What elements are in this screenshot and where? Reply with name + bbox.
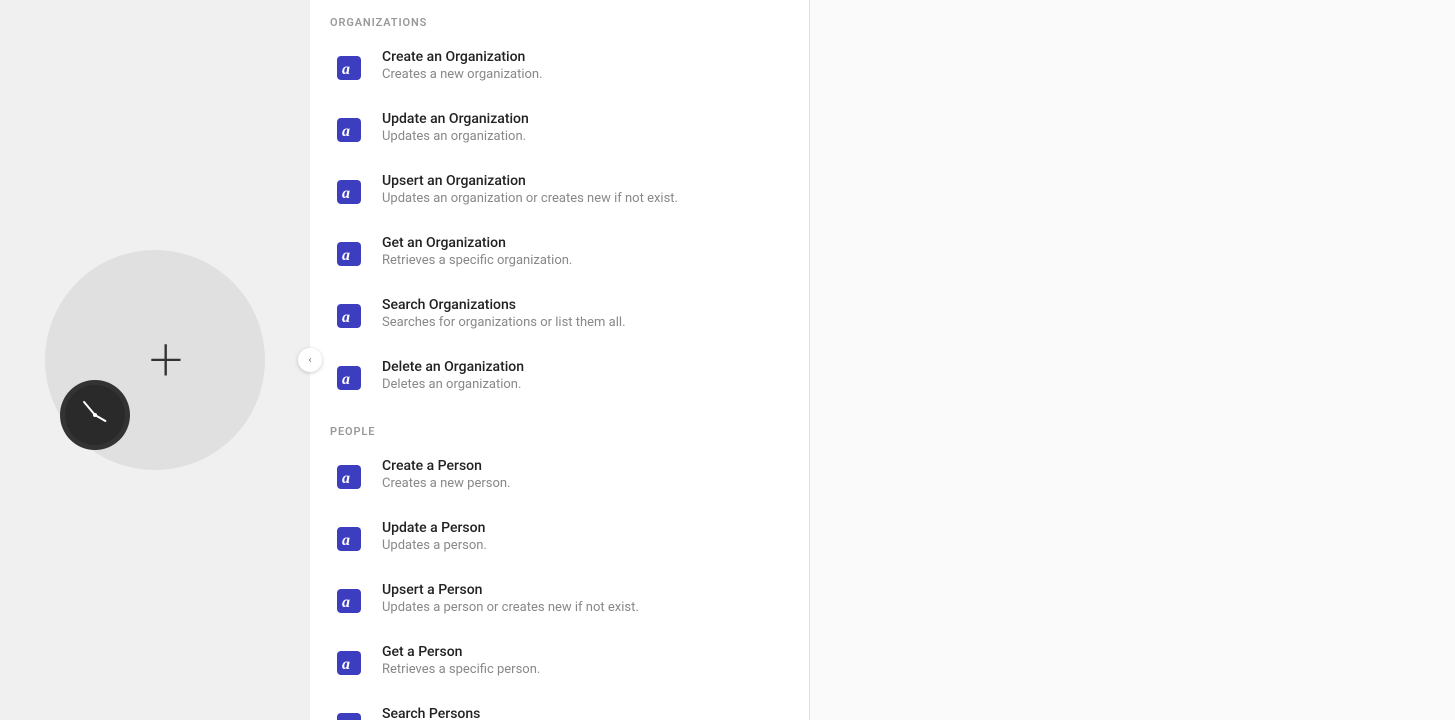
item-desc-get-person: Retrieves a specific person.	[382, 662, 540, 677]
item-title-update-org: Update an Organization	[382, 111, 529, 127]
item-icon-get-org: a	[330, 235, 368, 273]
menu-item-delete-org[interactable]: a Delete an Organization Deletes an organ…	[310, 347, 809, 409]
item-desc-search-orgs: Searches for organizations or list them …	[382, 315, 626, 330]
svg-text:a: a	[342, 470, 350, 487]
clock-face	[65, 385, 125, 445]
item-title-upsert-person: Upsert a Person	[382, 582, 639, 598]
item-content-create-org: Create an Organization Creates a new orga…	[382, 49, 543, 82]
item-content-search-persons: Search PersonsSearches for persons or li…	[382, 706, 593, 720]
item-content-create-person: Create a Person Creates a new person.	[382, 458, 510, 491]
menu-item-update-org[interactable]: a Update an Organization Updates an organ…	[310, 99, 809, 161]
item-icon-update-person: a	[330, 520, 368, 558]
svg-text:a: a	[342, 185, 350, 202]
svg-text:a: a	[342, 61, 350, 78]
left-panel: + ‹	[0, 0, 310, 720]
menu-item-upsert-org[interactable]: a Upsert an Organization Updates an organ…	[310, 161, 809, 223]
menu-item-search-orgs[interactable]: a Search Organizations Searches for organ…	[310, 285, 809, 347]
item-desc-update-org: Updates an organization.	[382, 129, 529, 144]
svg-text:a: a	[342, 656, 350, 673]
item-content-update-person: Update a Person Updates a person.	[382, 520, 487, 553]
menu-item-get-person[interactable]: a Get a Person Retrieves a specific perso…	[310, 632, 809, 694]
item-title-get-person: Get a Person	[382, 644, 540, 660]
item-title-update-person: Update a Person	[382, 520, 487, 536]
menu-item-get-org[interactable]: a Get an Organization Retrieves a specifi…	[310, 223, 809, 285]
item-icon-get-person: a	[330, 644, 368, 682]
item-icon-create-person: a	[330, 458, 368, 496]
right-panel	[810, 0, 1455, 720]
item-desc-update-person: Updates a person.	[382, 538, 487, 553]
item-title-upsert-org: Upsert an Organization	[382, 173, 678, 189]
item-title-search-persons: Search Persons	[382, 706, 593, 720]
item-desc-get-org: Retrieves a specific organization.	[382, 253, 572, 268]
item-title-create-org: Create an Organization	[382, 49, 543, 65]
menu-item-upsert-person[interactable]: a Upsert a Person Updates a person or cre…	[310, 570, 809, 632]
section-header-organizations: ORGANIZATIONS	[310, 0, 809, 37]
item-content-update-org: Update an Organization Updates an organiz…	[382, 111, 529, 144]
item-icon-update-org: a	[330, 111, 368, 149]
item-desc-create-person: Creates a new person.	[382, 476, 510, 491]
item-content-get-org: Get an Organization Retrieves a specific …	[382, 235, 572, 268]
circle-background: +	[45, 250, 265, 470]
menu-item-create-org[interactable]: a Create an Organization Creates a new or…	[310, 37, 809, 99]
menu-item-search-persons[interactable]: a Search PersonsSearches for persons or …	[310, 694, 809, 720]
item-title-get-org: Get an Organization	[382, 235, 572, 251]
item-title-create-person: Create a Person	[382, 458, 510, 474]
item-desc-create-org: Creates a new organization.	[382, 67, 543, 82]
svg-text:a: a	[342, 371, 350, 388]
svg-text:a: a	[342, 123, 350, 140]
item-icon-search-persons: a	[330, 706, 368, 720]
menu-item-create-person[interactable]: a Create a Person Creates a new person.	[310, 446, 809, 508]
menu-item-update-person[interactable]: a Update a Person Updates a person.	[310, 508, 809, 570]
plus-icon: +	[149, 330, 183, 390]
item-icon-search-orgs: a	[330, 297, 368, 335]
menu-panel: ORGANIZATIONS a Create an OrganizationCr…	[310, 0, 810, 720]
svg-text:a: a	[342, 247, 350, 264]
item-icon-upsert-person: a	[330, 582, 368, 620]
item-content-upsert-person: Upsert a Person Updates a person or creat…	[382, 582, 639, 615]
item-desc-delete-org: Deletes an organization.	[382, 377, 524, 392]
item-content-delete-org: Delete an Organization Deletes an organiz…	[382, 359, 524, 392]
clock-center-dot	[93, 413, 97, 417]
svg-text:a: a	[342, 309, 350, 326]
collapse-button[interactable]: ‹	[298, 348, 322, 372]
section-header-people: PEOPLE	[310, 409, 809, 446]
item-desc-upsert-person: Updates a person or creates new if not e…	[382, 600, 639, 615]
item-content-upsert-org: Upsert an Organization Updates an organiz…	[382, 173, 678, 206]
item-content-get-person: Get a Person Retrieves a specific person.	[382, 644, 540, 677]
svg-text:a: a	[342, 594, 350, 611]
clock-icon	[60, 380, 130, 450]
item-title-search-orgs: Search Organizations	[382, 297, 626, 313]
item-icon-delete-org: a	[330, 359, 368, 397]
item-title-delete-org: Delete an Organization	[382, 359, 524, 375]
item-icon-upsert-org: a	[330, 173, 368, 211]
item-content-search-orgs: Search Organizations Searches for organiz…	[382, 297, 626, 330]
svg-text:a: a	[342, 532, 350, 549]
item-icon-create-org: a	[330, 49, 368, 87]
item-desc-upsert-org: Updates an organization or creates new i…	[382, 191, 678, 206]
